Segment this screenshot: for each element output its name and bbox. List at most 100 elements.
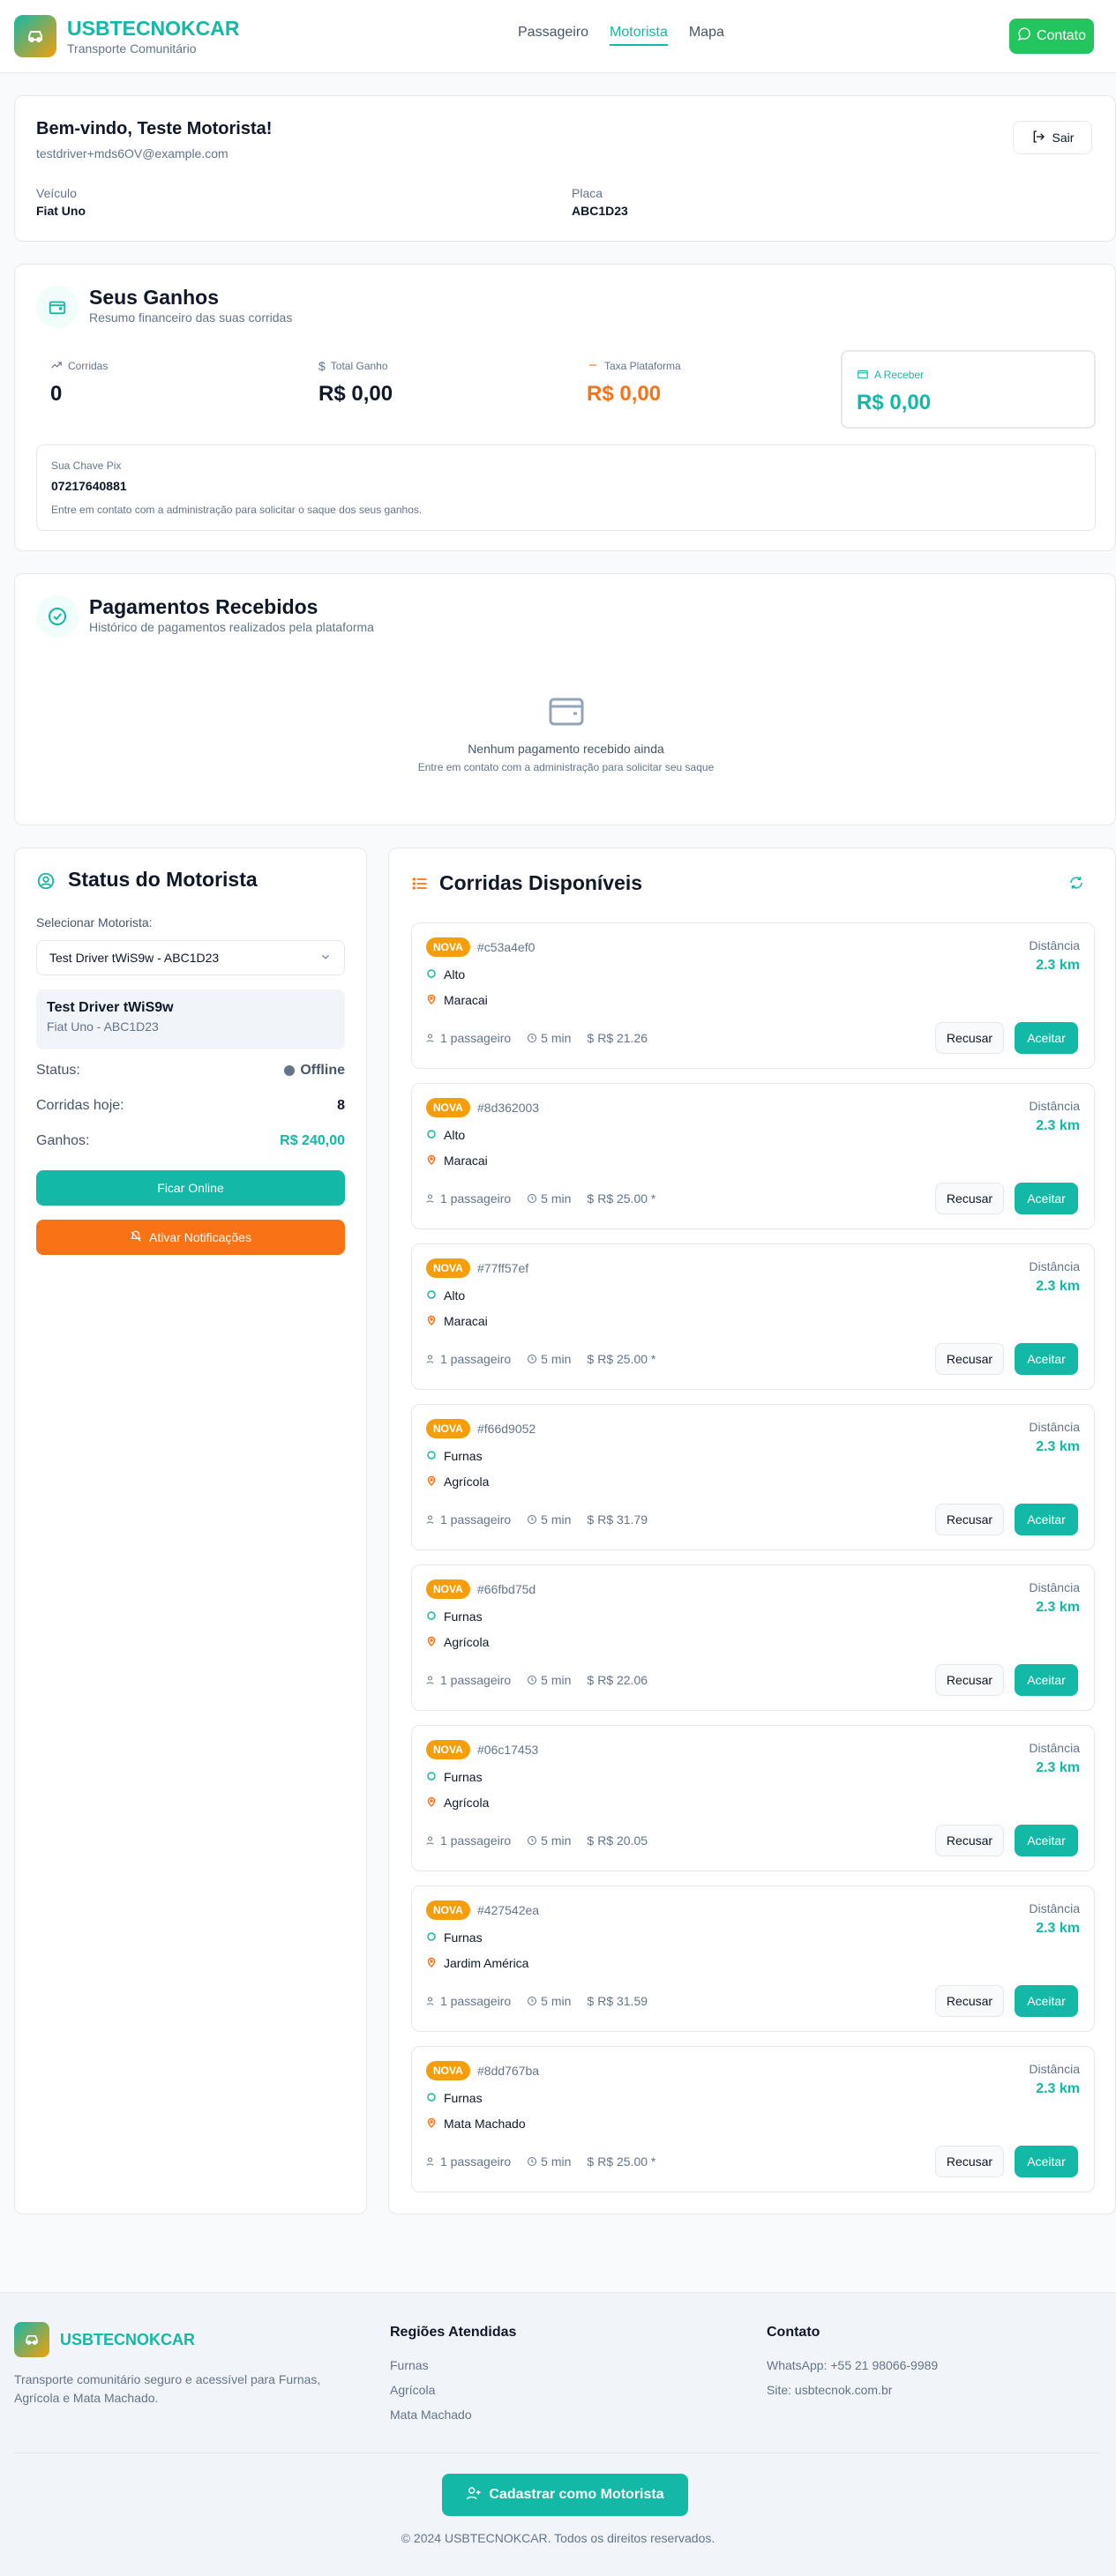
decline-button[interactable]: Recusar	[935, 1504, 1004, 1535]
go-online-button[interactable]: Ficar Online	[36, 1170, 345, 1206]
origin-icon	[426, 1609, 437, 1624]
logout-button[interactable]: Sair	[1013, 121, 1092, 154]
contact-label: Contato	[1036, 28, 1087, 43]
eta: 5 min	[541, 1673, 572, 1687]
eta: 5 min	[541, 1994, 572, 2008]
passenger-count: 1 passageiro	[440, 1191, 512, 1206]
accept-button[interactable]: Aceitar	[1015, 1343, 1078, 1375]
refresh-icon[interactable]	[1068, 875, 1084, 895]
chevron-down-icon	[319, 951, 332, 966]
stat-total: $ Total Ganho R$ 0,00	[318, 357, 557, 407]
car-icon	[14, 15, 56, 57]
ride-id: #c53a4ef0	[477, 940, 536, 954]
origin-label: Furnas	[444, 1770, 483, 1784]
ride-card: NOVA #77ff57ef Distância 2.3 km Alto Maracai 1…	[411, 1243, 1095, 1390]
accept-button[interactable]: Aceitar	[1015, 1664, 1078, 1696]
new-badge: NOVA	[426, 1098, 470, 1117]
earnings-title: Seus Ganhos	[89, 286, 219, 309]
user-plus-icon	[466, 2485, 482, 2505]
earnings-row: Ganhos: R$ 240,00	[36, 1133, 345, 1149]
pix-note: Entre em contato com a administração par…	[51, 504, 423, 516]
ride-id: #8d362003	[477, 1101, 540, 1115]
origin-icon	[426, 1128, 437, 1142]
earnings-subtitle: Resumo financeiro das suas corridas	[89, 310, 293, 325]
ride-price: R$ 25.00 *	[597, 2154, 656, 2169]
pix-label: Sua Chave Pix	[51, 459, 122, 472]
plate-label: Placa	[572, 186, 603, 200]
contact-title: Contato	[767, 2325, 820, 2340]
nav-mapa[interactable]: Mapa	[689, 25, 724, 46]
distance-label: Distância	[1029, 1099, 1080, 1113]
ride-price: R$ 22.06	[597, 1673, 648, 1687]
brand[interactable]: USBTECNOKCAR Transporte Comunitário	[14, 15, 240, 57]
ride-id: #f66d9052	[477, 1422, 536, 1436]
eta: 5 min	[541, 1352, 572, 1366]
go-online-label: Ficar Online	[157, 1181, 224, 1195]
destination-pin-icon	[426, 1154, 437, 1168]
payments-card: Pagamentos Recebidos Histórico de pagame…	[14, 573, 1116, 825]
clock-icon	[527, 1835, 537, 1846]
nav-passageiro[interactable]: Passageiro	[518, 25, 588, 46]
clock-icon	[527, 1033, 537, 1043]
enable-notifications-label: Ativar Notificações	[149, 1230, 251, 1244]
decline-button[interactable]: Recusar	[935, 1183, 1004, 1214]
whatsapp-contact[interactable]: WhatsApp: +55 21 98066-9989	[767, 2356, 938, 2375]
accept-button[interactable]: Aceitar	[1015, 1183, 1078, 1214]
decline-button[interactable]: Recusar	[935, 2146, 1004, 2177]
status-label: Status:	[36, 1063, 80, 1078]
ride-price: R$ 25.00 *	[597, 1352, 656, 1366]
accept-button[interactable]: Aceitar	[1015, 1985, 1078, 2017]
driver-select[interactable]: Test Driver tWiS9w - ABC1D23	[36, 940, 345, 975]
origin-icon	[426, 967, 437, 982]
origin-icon	[426, 1770, 437, 1784]
site-contact[interactable]: Site: usbtecnok.com.br	[767, 2381, 892, 2400]
users-icon	[426, 1835, 437, 1846]
user-circle-icon	[36, 871, 56, 895]
clock-icon	[527, 1675, 537, 1685]
users-icon	[426, 1193, 437, 1204]
users-icon	[426, 1996, 437, 2006]
distance-value: 2.3 km	[1036, 1439, 1080, 1454]
destination-label: Jardim América	[444, 1956, 529, 1970]
decline-button[interactable]: Recusar	[935, 1825, 1004, 1856]
ride-card: NOVA #06c17453 Distância 2.3 km Furnas Agríco…	[411, 1725, 1095, 1871]
stat-receivable-label: A Receber	[874, 369, 925, 381]
eta: 5 min	[541, 2154, 572, 2169]
earnings-row-label: Ganhos:	[36, 1133, 90, 1148]
decline-button[interactable]: Recusar	[935, 1022, 1004, 1054]
distance-label: Distância	[1029, 1259, 1080, 1273]
passenger-count: 1 passageiro	[440, 1512, 512, 1527]
dollar-icon: $	[587, 1512, 595, 1527]
decline-button[interactable]: Recusar	[935, 1664, 1004, 1696]
accept-button[interactable]: Aceitar	[1015, 1504, 1078, 1535]
origin-icon	[426, 2091, 437, 2105]
rides-today-value: 8	[337, 1098, 345, 1113]
decline-button[interactable]: Recusar	[935, 1343, 1004, 1375]
new-badge: NOVA	[426, 1258, 470, 1278]
decline-button[interactable]: Recusar	[935, 1985, 1004, 2017]
dollar-icon: $	[587, 1031, 595, 1045]
enable-notifications-button[interactable]: Ativar Notificações	[36, 1220, 345, 1255]
destination-label: Agrícola	[444, 1796, 490, 1810]
new-badge: NOVA	[426, 1419, 470, 1438]
passenger-count: 1 passageiro	[440, 1352, 512, 1366]
driver-status-title: Status do Motorista	[68, 868, 258, 891]
nav-motorista[interactable]: Motorista	[610, 25, 668, 46]
register-driver-label: Cadastrar como Motorista	[489, 2487, 664, 2502]
contact-button[interactable]: Contato	[1009, 19, 1094, 54]
register-driver-button[interactable]: Cadastrar como Motorista	[442, 2474, 688, 2516]
payments-title: Pagamentos Recebidos	[89, 595, 318, 618]
brand-name: USBTECNOKCAR	[67, 17, 240, 40]
accept-button[interactable]: Aceitar	[1015, 1825, 1078, 1856]
destination-pin-icon	[426, 1956, 437, 1970]
accept-button[interactable]: Aceitar	[1015, 1022, 1078, 1054]
ride-id: #8dd767ba	[477, 2064, 540, 2078]
ride-price: R$ 20.05	[597, 1833, 648, 1848]
distance-label: Distância	[1029, 1580, 1080, 1594]
users-icon	[426, 2156, 437, 2167]
region-mata-machado: Mata Machado	[390, 2408, 472, 2422]
origin-label: Alto	[444, 1128, 466, 1142]
accept-button[interactable]: Aceitar	[1015, 2146, 1078, 2177]
distance-label: Distância	[1029, 2062, 1080, 2076]
distance-value: 2.3 km	[1036, 1600, 1080, 1615]
